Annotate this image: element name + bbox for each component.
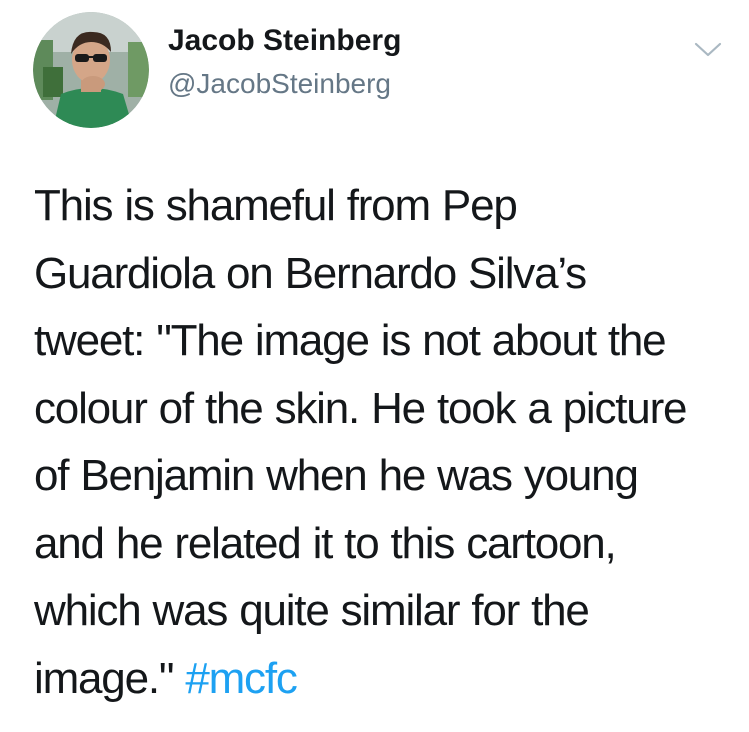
tweet-text-line: and he related it to this cartoon,	[34, 518, 617, 568]
tweet-card: Jacob Steinberg @JacobSteinberg This is …	[0, 0, 749, 732]
tweet-text-last-line: image." #mcfc	[34, 645, 734, 713]
hashtag-link[interactable]: #mcfc	[185, 654, 298, 703]
author-handle[interactable]: @JacobSteinberg	[168, 66, 391, 102]
tweet-text-line: which was quite similar for the	[34, 586, 590, 635]
avatar-image	[33, 12, 149, 128]
tweet-text-line: colour of the skin. He took a picture	[34, 383, 687, 433]
tweet-text-line: Guardiola on Bernardo Silva’s	[34, 248, 587, 298]
tweet-text-fragment: image."	[34, 653, 186, 703]
author-display-name[interactable]: Jacob Steinberg	[168, 22, 401, 60]
tweet-text-line: of Benjamin when he was young	[34, 451, 639, 500]
avatar[interactable]	[33, 12, 149, 128]
chevron-down-icon[interactable]	[693, 38, 723, 60]
tweet-text: This is shameful from Pep Guardiola on B…	[34, 172, 734, 712]
tweet-text-line: tweet: "The image is not about the	[34, 316, 667, 365]
tweet-text-line: This is shameful from Pep	[34, 181, 518, 230]
